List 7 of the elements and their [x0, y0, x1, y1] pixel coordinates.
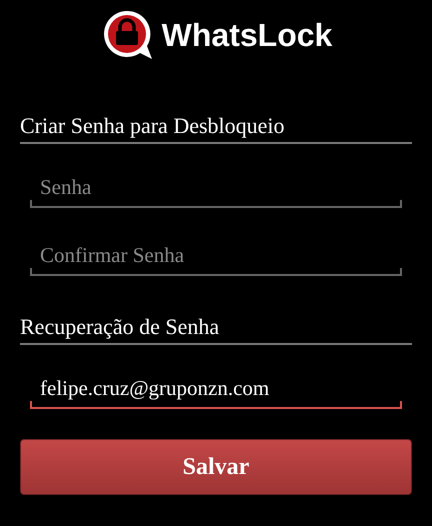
password-field[interactable]: Senha [30, 175, 402, 206]
app-title: WhatsLock [162, 16, 332, 54]
save-button[interactable]: Salvar [20, 439, 412, 495]
section-heading: Recuperação de Senha [20, 314, 412, 345]
section-heading: Criar Senha para Desbloqueio [20, 113, 412, 144]
email-field[interactable]: felipe.cruz@gruponzn.com [30, 376, 402, 407]
password-field[interactable]: Confirmar Senha [30, 243, 402, 274]
